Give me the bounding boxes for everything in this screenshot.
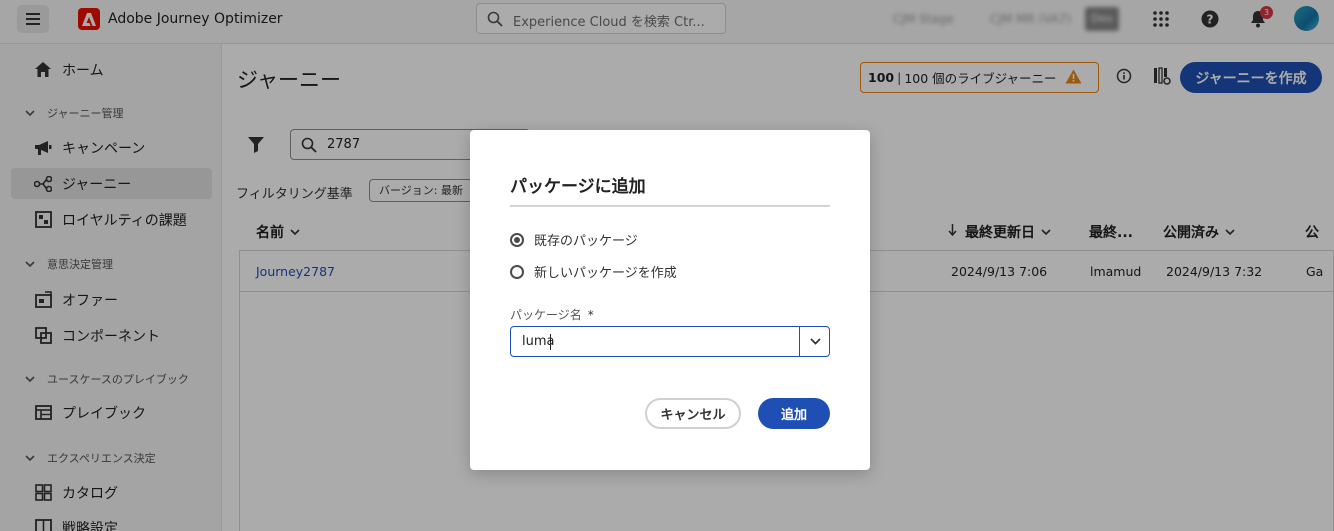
- add-button[interactable]: 追加: [758, 398, 830, 429]
- radio-selected-icon: [510, 232, 524, 247]
- radio-unselected-icon: [510, 264, 524, 279]
- cancel-button[interactable]: キャンセル: [645, 398, 741, 429]
- radio-new-package[interactable]: 新しいパッケージを作成: [510, 262, 677, 281]
- package-name-label: パッケージ名 *: [510, 306, 594, 323]
- radio-label: 既存のパッケージ: [534, 234, 638, 249]
- package-name-combobox[interactable]: luma: [510, 326, 830, 357]
- dialog-title: パッケージに追加: [510, 177, 646, 197]
- radio-label: 新しいパッケージを作成: [534, 266, 677, 281]
- radio-existing-package[interactable]: 既存のパッケージ: [510, 230, 638, 249]
- combobox-dropdown-button[interactable]: [799, 327, 830, 356]
- text-cursor: [550, 334, 551, 350]
- field-label-text: パッケージ名: [510, 308, 582, 322]
- add-to-package-dialog: パッケージに追加 既存のパッケージ 新しいパッケージを作成 パッケージ名 * lu…: [470, 130, 870, 470]
- dialog-divider: [510, 205, 830, 207]
- required-asterisk: *: [587, 308, 594, 322]
- chevron-down-icon: [809, 334, 821, 349]
